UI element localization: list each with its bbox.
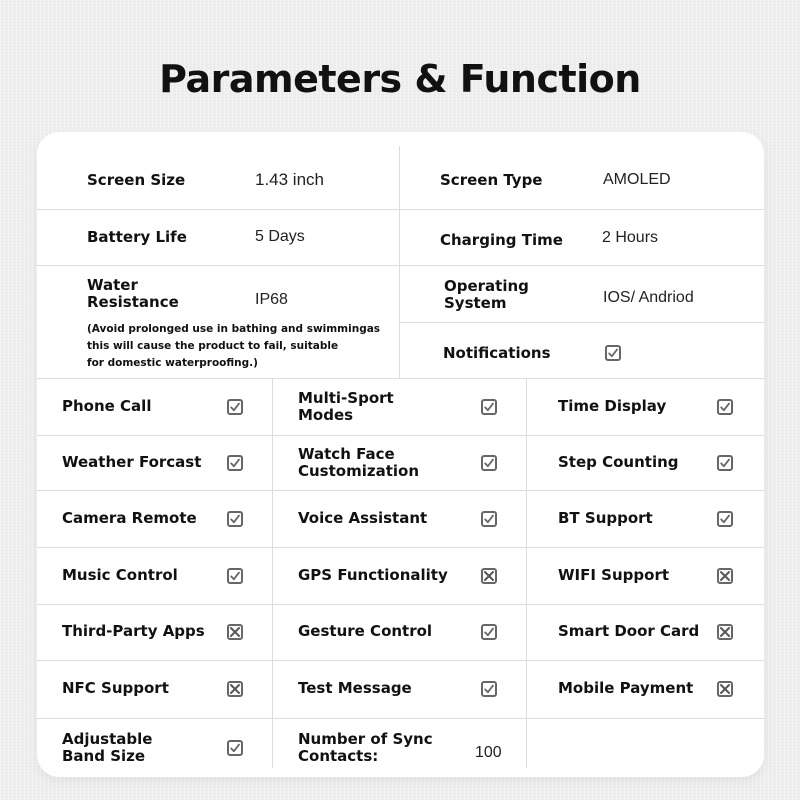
feature-value: 100 <box>475 743 502 761</box>
divider <box>37 209 764 210</box>
feature-label: Multi-Sport Modes <box>298 388 394 424</box>
water-resistance-value: IP68 <box>255 291 288 308</box>
divider <box>399 146 400 378</box>
checkbox-checked <box>227 739 243 756</box>
divider <box>526 378 527 768</box>
charging-time-value: 2 Hours <box>602 229 659 246</box>
battery-life-value: 5 Days <box>255 228 305 245</box>
feature-label: WIFI Support <box>558 565 670 584</box>
feature-label: BT Support <box>558 508 653 527</box>
checkbox-unchecked <box>227 624 243 640</box>
battery-life-label: Battery Life <box>87 228 187 246</box>
feature-label: Time Display <box>558 396 667 415</box>
feature-label: Phone Call <box>62 396 152 415</box>
divider <box>37 604 764 605</box>
screen-type-label: Screen Type <box>440 171 543 189</box>
feature-label: Camera Remote <box>62 508 197 527</box>
notifications-label: Notifications <box>443 344 551 362</box>
feature-label: Number of Sync Contacts: <box>298 729 433 765</box>
checkbox-checked <box>481 398 497 415</box>
checkbox-checked <box>481 681 497 697</box>
notifications-checkbox <box>605 345 621 361</box>
divider <box>37 435 764 436</box>
spec-card: Screen Size 1.43 inch Battery Life 5 Day… <box>37 132 764 777</box>
checkbox-checked <box>481 510 497 527</box>
checkbox-unchecked <box>227 681 243 697</box>
checkbox-checked <box>717 510 733 527</box>
operating-system-value: IOS/ Andriod <box>603 289 694 306</box>
feature-label: Test Message <box>298 679 412 697</box>
checkbox-checked <box>227 454 243 471</box>
divider <box>272 378 273 768</box>
feature-label: Step Counting <box>558 452 679 471</box>
divider <box>37 378 764 379</box>
checkbox-checked <box>227 398 243 415</box>
checkbox-checked <box>481 454 497 471</box>
divider <box>37 490 764 491</box>
feature-label: Voice Assistant <box>298 508 428 527</box>
feature-label: Watch Face Customization <box>298 444 420 480</box>
screen-size-label: Screen Size <box>87 171 186 189</box>
checkbox-unchecked <box>717 567 733 584</box>
checkbox-checked <box>227 567 243 584</box>
divider <box>37 718 764 719</box>
feature-label: Weather Forcast <box>62 452 202 471</box>
feature-label: Third-Party Apps <box>62 622 205 640</box>
divider <box>37 547 764 548</box>
feature-label: NFC Support <box>62 679 169 697</box>
screen-size-value: 1.43 inch <box>255 170 324 189</box>
checkbox-checked <box>227 510 243 527</box>
checkbox-unchecked <box>717 624 733 640</box>
feature-label: Smart Door Card <box>558 622 700 640</box>
checkbox-checked <box>717 454 733 471</box>
divider <box>37 660 764 661</box>
checkbox-unchecked <box>717 681 733 697</box>
divider <box>399 322 764 323</box>
operating-system-label: Operating System <box>444 277 529 312</box>
water-resistance-label: Water Resistance <box>87 276 179 311</box>
charging-time-label: Charging Time <box>440 231 563 249</box>
screen-type-value: AMOLED <box>603 171 671 188</box>
feature-label: Gesture Control <box>298 622 433 640</box>
feature-label: Music Control <box>62 565 178 584</box>
divider <box>37 265 764 266</box>
water-resistance-note: (Avoid prolonged use in bathing and swim… <box>87 323 381 369</box>
checkbox-checked <box>717 398 733 415</box>
page-title: Parameters & Function <box>159 57 641 101</box>
feature-label: GPS Functionality <box>298 565 448 584</box>
feature-label: Adjustable Band Size <box>62 729 153 765</box>
checkbox-unchecked <box>481 567 497 584</box>
feature-label: Mobile Payment <box>558 679 694 697</box>
checkbox-checked <box>481 624 497 640</box>
